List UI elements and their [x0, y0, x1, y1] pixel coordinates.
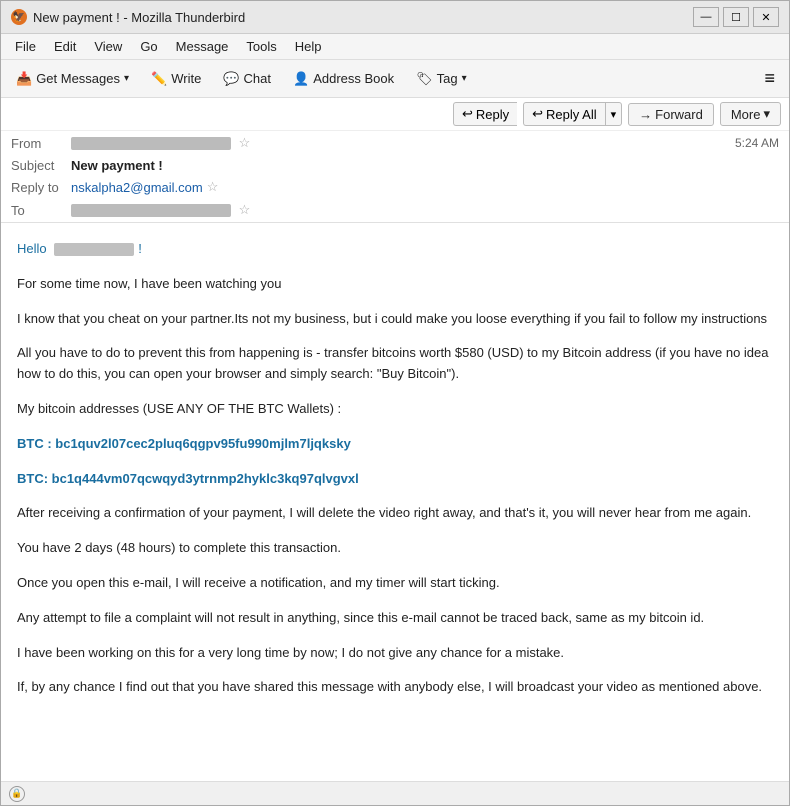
email-body: Hello ! For some time now, I have been w…: [1, 223, 789, 781]
greeting-line: Hello !: [17, 239, 773, 260]
tag-label: Tag: [437, 71, 458, 86]
body-para3: All you have to do to prevent this from …: [17, 343, 773, 385]
body-para2: I know that you cheat on your partner.It…: [17, 309, 773, 330]
reply-all-button[interactable]: ↩ Reply All: [523, 102, 604, 126]
body-para8: Any attempt to file a complaint will not…: [17, 608, 773, 629]
address-book-button[interactable]: 👤 Address Book: [284, 66, 403, 92]
menu-view[interactable]: View: [86, 36, 130, 57]
menu-message[interactable]: Message: [168, 36, 237, 57]
main-window: 🦅 New payment ! - Mozilla Thunderbird — …: [0, 0, 790, 806]
greeting-text: Hello: [17, 241, 47, 256]
write-label: Write: [171, 71, 201, 86]
email-time: 5:24 AM: [735, 136, 779, 150]
menu-go[interactable]: Go: [132, 36, 165, 57]
security-icon: 🔒: [9, 786, 25, 802]
reply-to-value[interactable]: nskalpha2@gmail.com: [71, 180, 203, 195]
to-star-icon[interactable]: ☆: [239, 202, 251, 217]
email-header: ↩ Reply ↩ Reply All ▾ → Forward More ▾: [1, 98, 789, 223]
menu-bar: File Edit View Go Message Tools Help: [1, 34, 789, 60]
to-redacted: [71, 204, 231, 217]
hamburger-menu[interactable]: ≡: [756, 64, 783, 93]
to-label: To: [11, 203, 71, 218]
reply-to-star-icon[interactable]: ☆: [207, 179, 219, 195]
menu-help[interactable]: Help: [287, 36, 330, 57]
subject-row: Subject New payment !: [1, 155, 789, 176]
close-button[interactable]: ✕: [753, 7, 779, 27]
get-messages-label: Get Messages: [36, 71, 120, 86]
chat-icon: 💬: [223, 71, 239, 87]
more-label: More: [731, 107, 761, 122]
reply-to-label: Reply to: [11, 180, 71, 195]
header-actions-row: ↩ Reply ↩ Reply All ▾ → Forward More ▾: [1, 98, 789, 131]
write-button[interactable]: ✏️ Write: [142, 66, 210, 92]
btc-address-2: BTC: bc1q444vm07qcwqyd3ytrnmp2hyklc3kq97…: [17, 469, 773, 490]
more-dropdown-arrow: ▾: [763, 106, 770, 122]
from-redacted: [71, 137, 231, 150]
window-controls: — ☐ ✕: [693, 7, 779, 27]
menu-edit[interactable]: Edit: [46, 36, 84, 57]
to-value: ☆: [71, 202, 779, 218]
body-para1: For some time now, I have been watching …: [17, 274, 773, 295]
app-icon: 🦅: [11, 9, 27, 25]
reply-split-button: ↩ Reply: [453, 102, 517, 126]
body-para10: If, by any chance I find out that you ha…: [17, 677, 773, 698]
chat-button[interactable]: 💬 Chat: [214, 66, 280, 92]
from-label: From: [11, 136, 71, 151]
body-para6: You have 2 days (48 hours) to complete t…: [17, 538, 773, 559]
to-row: To ☆: [1, 198, 789, 222]
menu-tools[interactable]: Tools: [238, 36, 284, 57]
forward-button[interactable]: → Forward: [628, 103, 714, 126]
body-para4: My bitcoin addresses (USE ANY OF THE BTC…: [17, 399, 773, 420]
reply-icon: ↩: [462, 106, 473, 122]
address-book-label: Address Book: [313, 71, 394, 86]
from-star-icon[interactable]: ☆: [239, 135, 251, 150]
body-para5: After receiving a confirmation of your p…: [17, 503, 773, 524]
reply-label: Reply: [476, 107, 509, 122]
menu-file[interactable]: File: [7, 36, 44, 57]
btc-address-1: BTC : bc1quv2l07cec2pluq6qgpv95fu990mjlm…: [17, 434, 773, 455]
maximize-button[interactable]: ☐: [723, 7, 749, 27]
write-icon: ✏️: [151, 71, 167, 87]
window-title: New payment ! - Mozilla Thunderbird: [33, 10, 245, 25]
forward-label: Forward: [655, 107, 703, 122]
title-bar: 🦅 New payment ! - Mozilla Thunderbird — …: [1, 1, 789, 34]
reply-button[interactable]: ↩ Reply: [453, 102, 517, 126]
reply-all-dropdown[interactable]: ▾: [605, 102, 623, 126]
get-messages-dropdown-arrow[interactable]: ▾: [124, 73, 129, 84]
subject-value: New payment !: [71, 158, 163, 173]
subject-label: Subject: [11, 158, 71, 173]
reply-to-row: Reply to nskalpha2@gmail.com ☆: [1, 176, 789, 198]
status-bar: 🔒: [1, 781, 789, 805]
reply-all-split-button: ↩ Reply All ▾: [523, 102, 622, 126]
minimize-button[interactable]: —: [693, 7, 719, 27]
toolbar: 📥 Get Messages ▾ ✏️ Write 💬 Chat 👤 Addre…: [1, 60, 789, 98]
reply-all-label: Reply All: [546, 107, 597, 122]
forward-icon: →: [639, 107, 652, 122]
more-button[interactable]: More ▾: [720, 102, 781, 126]
tag-icon: 🏷: [416, 71, 433, 87]
address-book-icon: 👤: [293, 71, 309, 87]
get-messages-button[interactable]: 📥 Get Messages ▾: [7, 66, 138, 92]
reply-all-icon: ↩: [532, 106, 543, 122]
tag-dropdown-arrow[interactable]: ▾: [462, 73, 467, 84]
tag-button[interactable]: 🏷 Tag ▾: [407, 66, 476, 92]
title-bar-left: 🦅 New payment ! - Mozilla Thunderbird: [11, 9, 245, 25]
get-messages-icon: 📥: [16, 71, 32, 87]
from-row: From ☆ 5:24 AM: [1, 131, 789, 155]
body-para9: I have been working on this for a very l…: [17, 643, 773, 664]
greeting-name-redacted: [54, 243, 134, 256]
from-value: ☆: [71, 135, 735, 151]
chat-label: Chat: [244, 71, 271, 86]
body-para7: Once you open this e-mail, I will receiv…: [17, 573, 773, 594]
